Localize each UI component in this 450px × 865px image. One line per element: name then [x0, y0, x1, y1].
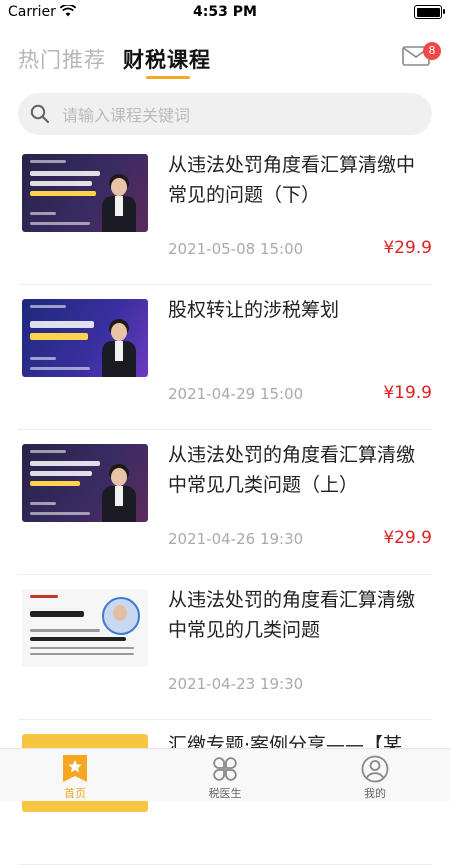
tab-tax-doctor-label: 税医生: [208, 787, 242, 800]
active-tab-indicator: [146, 76, 190, 79]
status-bar: Carrier 4:53 PM: [0, 0, 450, 24]
search-icon: [30, 104, 50, 124]
course-thumbnail: [22, 299, 148, 377]
grid-flower-icon: [213, 757, 237, 781]
course-thumbnail: [22, 589, 148, 667]
tab-mine-label: 我的: [364, 787, 386, 800]
home-star-icon: [63, 755, 87, 782]
tab-home[interactable]: 首页: [0, 749, 150, 801]
tab-mine[interactable]: 我的: [300, 749, 450, 801]
clock: 4:53 PM: [193, 4, 257, 20]
search-input[interactable]: [60, 101, 414, 129]
course-date: 2021-05-08 15:00: [168, 240, 304, 258]
course-price: ¥29.9: [383, 528, 432, 548]
user-icon: [361, 755, 389, 783]
tab-tax-doctor[interactable]: 税医生: [150, 749, 300, 801]
course-price: ¥19.9: [383, 383, 432, 403]
course-price: ¥29.9: [383, 238, 432, 258]
course-title: 从违法处罚的角度看汇算清缴中常见的几类问题: [168, 589, 416, 641]
search-bar: [18, 93, 432, 135]
course-item[interactable]: 从违法处罚角度看汇算清缴中常见的问题（下） 2021-05-08 15:00 ¥…: [18, 140, 432, 285]
course-thumbnail: [22, 444, 148, 522]
course-item[interactable]: 从违法处罚的角度看汇算清缴中常见的几类问题 2021-04-23 19:30: [18, 575, 432, 720]
bottom-tab-bar: 首页 税医生 我的: [0, 748, 450, 801]
course-title: 从违法处罚的角度看汇算清缴中常见几类问题（上）: [168, 444, 416, 496]
course-title: 从违法处罚角度看汇算清缴中常见的问题（下）: [168, 154, 416, 206]
course-date: 2021-04-29 15:00: [168, 385, 304, 403]
course-thumbnail: [22, 154, 148, 232]
battery-icon: [414, 5, 445, 19]
tab-hot-recommend[interactable]: 热门推荐: [18, 44, 106, 74]
tab-home-label: 首页: [64, 787, 86, 800]
header: 热门推荐 财税课程 8: [0, 36, 450, 86]
course-item[interactable]: 从违法处罚的角度看汇算清缴中常见几类问题（上） 2021-04-26 19:30…: [18, 430, 432, 575]
course-date: 2021-04-26 19:30: [168, 530, 304, 548]
course-item[interactable]: 股权转让的涉税筹划 2021-04-29 15:00 ¥19.9: [18, 285, 432, 430]
course-title: 股权转让的涉税筹划: [168, 299, 340, 321]
unread-badge: 8: [423, 42, 441, 60]
tab-tax-courses[interactable]: 财税课程: [123, 44, 211, 74]
course-date: 2021-04-23 19:30: [168, 675, 304, 693]
